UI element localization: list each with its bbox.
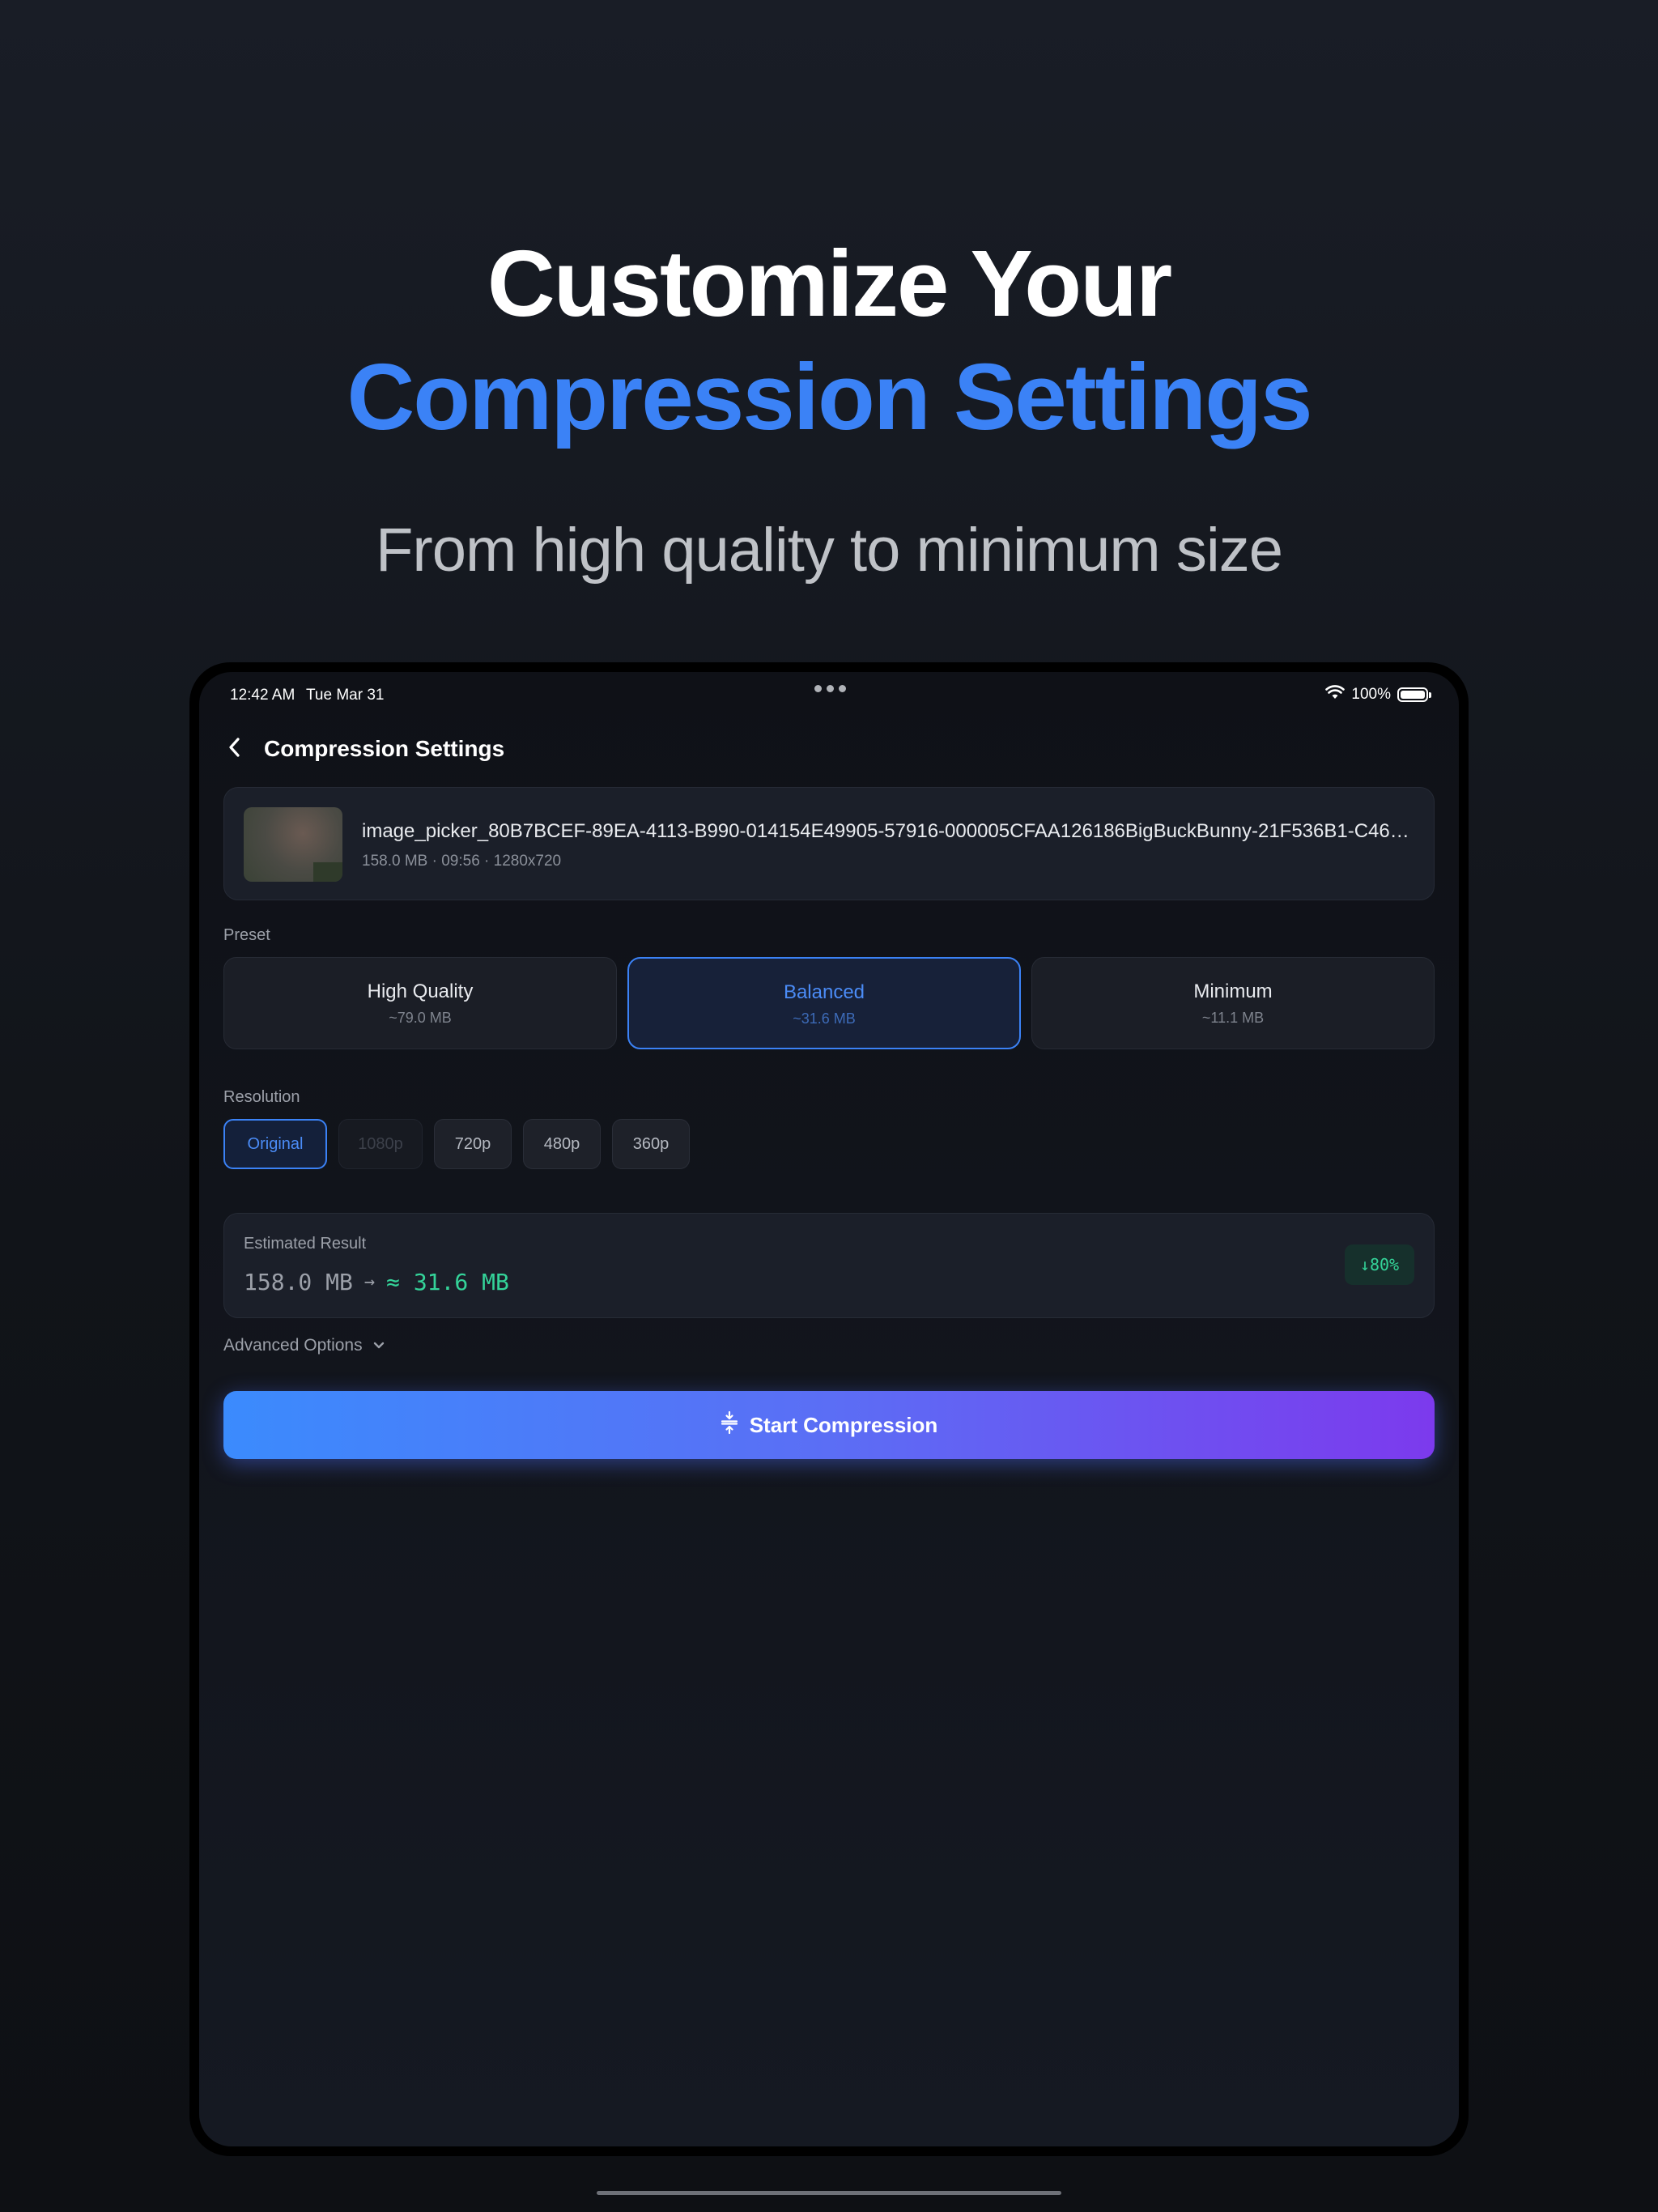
estimated-size: ≈ 31.6 MB	[386, 1269, 509, 1295]
resolution-original[interactable]: Original	[223, 1119, 327, 1169]
home-indicator[interactable]	[597, 2191, 1061, 2195]
start-compression-button[interactable]: Start Compression	[223, 1391, 1435, 1459]
preset-minimum[interactable]: Minimum ~11.1 MB	[1031, 957, 1435, 1049]
chevron-down-icon	[372, 1336, 385, 1355]
preset-balanced[interactable]: Balanced ~31.6 MB	[627, 957, 1021, 1049]
estimate-label: Estimated Result	[244, 1235, 367, 1253]
preset-name: Balanced	[783, 981, 865, 1003]
wifi-icon	[1325, 685, 1346, 704]
resolution-480p[interactable]: 480p	[523, 1119, 601, 1169]
preset-size: ~11.1 MB	[1201, 1010, 1265, 1026]
preset-high-quality[interactable]: High Quality ~79.0 MB	[223, 957, 617, 1049]
status-bar: 12:42 AM Tue Mar 31 100%	[199, 672, 1459, 704]
page-title: Compression Settings	[264, 736, 505, 761]
preset-name: Minimum	[1193, 981, 1273, 1002]
status-time: 12:42 AM	[230, 687, 295, 704]
battery-icon	[1397, 687, 1431, 702]
status-right: 100%	[1325, 685, 1431, 704]
resolution-1080p: 1080p	[338, 1119, 423, 1169]
resolution-360p[interactable]: 360p	[612, 1119, 690, 1169]
file-meta: 158.0 MB · 09:56 · 1280x720	[362, 853, 562, 870]
resolution-label: Resolution	[223, 1088, 300, 1106]
chevron-left-icon[interactable]	[227, 735, 243, 764]
start-compression-label: Start Compression	[749, 1412, 938, 1437]
preset-name: High Quality	[367, 981, 474, 1002]
compress-icon	[721, 1410, 738, 1440]
advanced-options-label: Advanced Options	[223, 1336, 363, 1355]
nav-bar: Compression Settings	[227, 729, 504, 769]
estimate-values: 158.0 MB → ≈ 31.6 MB	[244, 1269, 509, 1295]
resolution-720p[interactable]: 720p	[434, 1119, 512, 1169]
hero-title-line2: Compression Settings	[346, 344, 1312, 449]
preset-size: ~31.6 MB	[793, 1010, 856, 1027]
status-date: Tue Mar 31	[306, 687, 385, 704]
savings-badge: ↓80%	[1345, 1244, 1414, 1285]
battery-percent: 100%	[1351, 686, 1391, 703]
estimate-card: Estimated Result 158.0 MB → ≈ 31.6 MB ↓8…	[223, 1213, 1435, 1318]
arrow-right-icon: →	[363, 1272, 376, 1292]
video-thumbnail	[244, 807, 342, 882]
file-card: image_picker_80B7BCEF-89EA-4113-B990-014…	[223, 787, 1435, 900]
hero-title-line1: Customize Your	[487, 231, 1172, 336]
advanced-options-toggle[interactable]: Advanced Options	[223, 1336, 385, 1355]
app-screen: 12:42 AM Tue Mar 31 100% Compression Set…	[199, 672, 1459, 2146]
multitasking-dots-icon[interactable]	[814, 685, 846, 692]
file-name: image_picker_80B7BCEF-89EA-4113-B990-014…	[362, 820, 1414, 842]
tablet-frame: 12:42 AM Tue Mar 31 100% Compression Set…	[189, 662, 1469, 2156]
preset-label: Preset	[223, 926, 270, 944]
hero-subtitle: From high quality to minimum size	[375, 516, 1283, 585]
original-size: 158.0 MB	[244, 1269, 353, 1295]
preset-size: ~79.0 MB	[389, 1010, 452, 1026]
